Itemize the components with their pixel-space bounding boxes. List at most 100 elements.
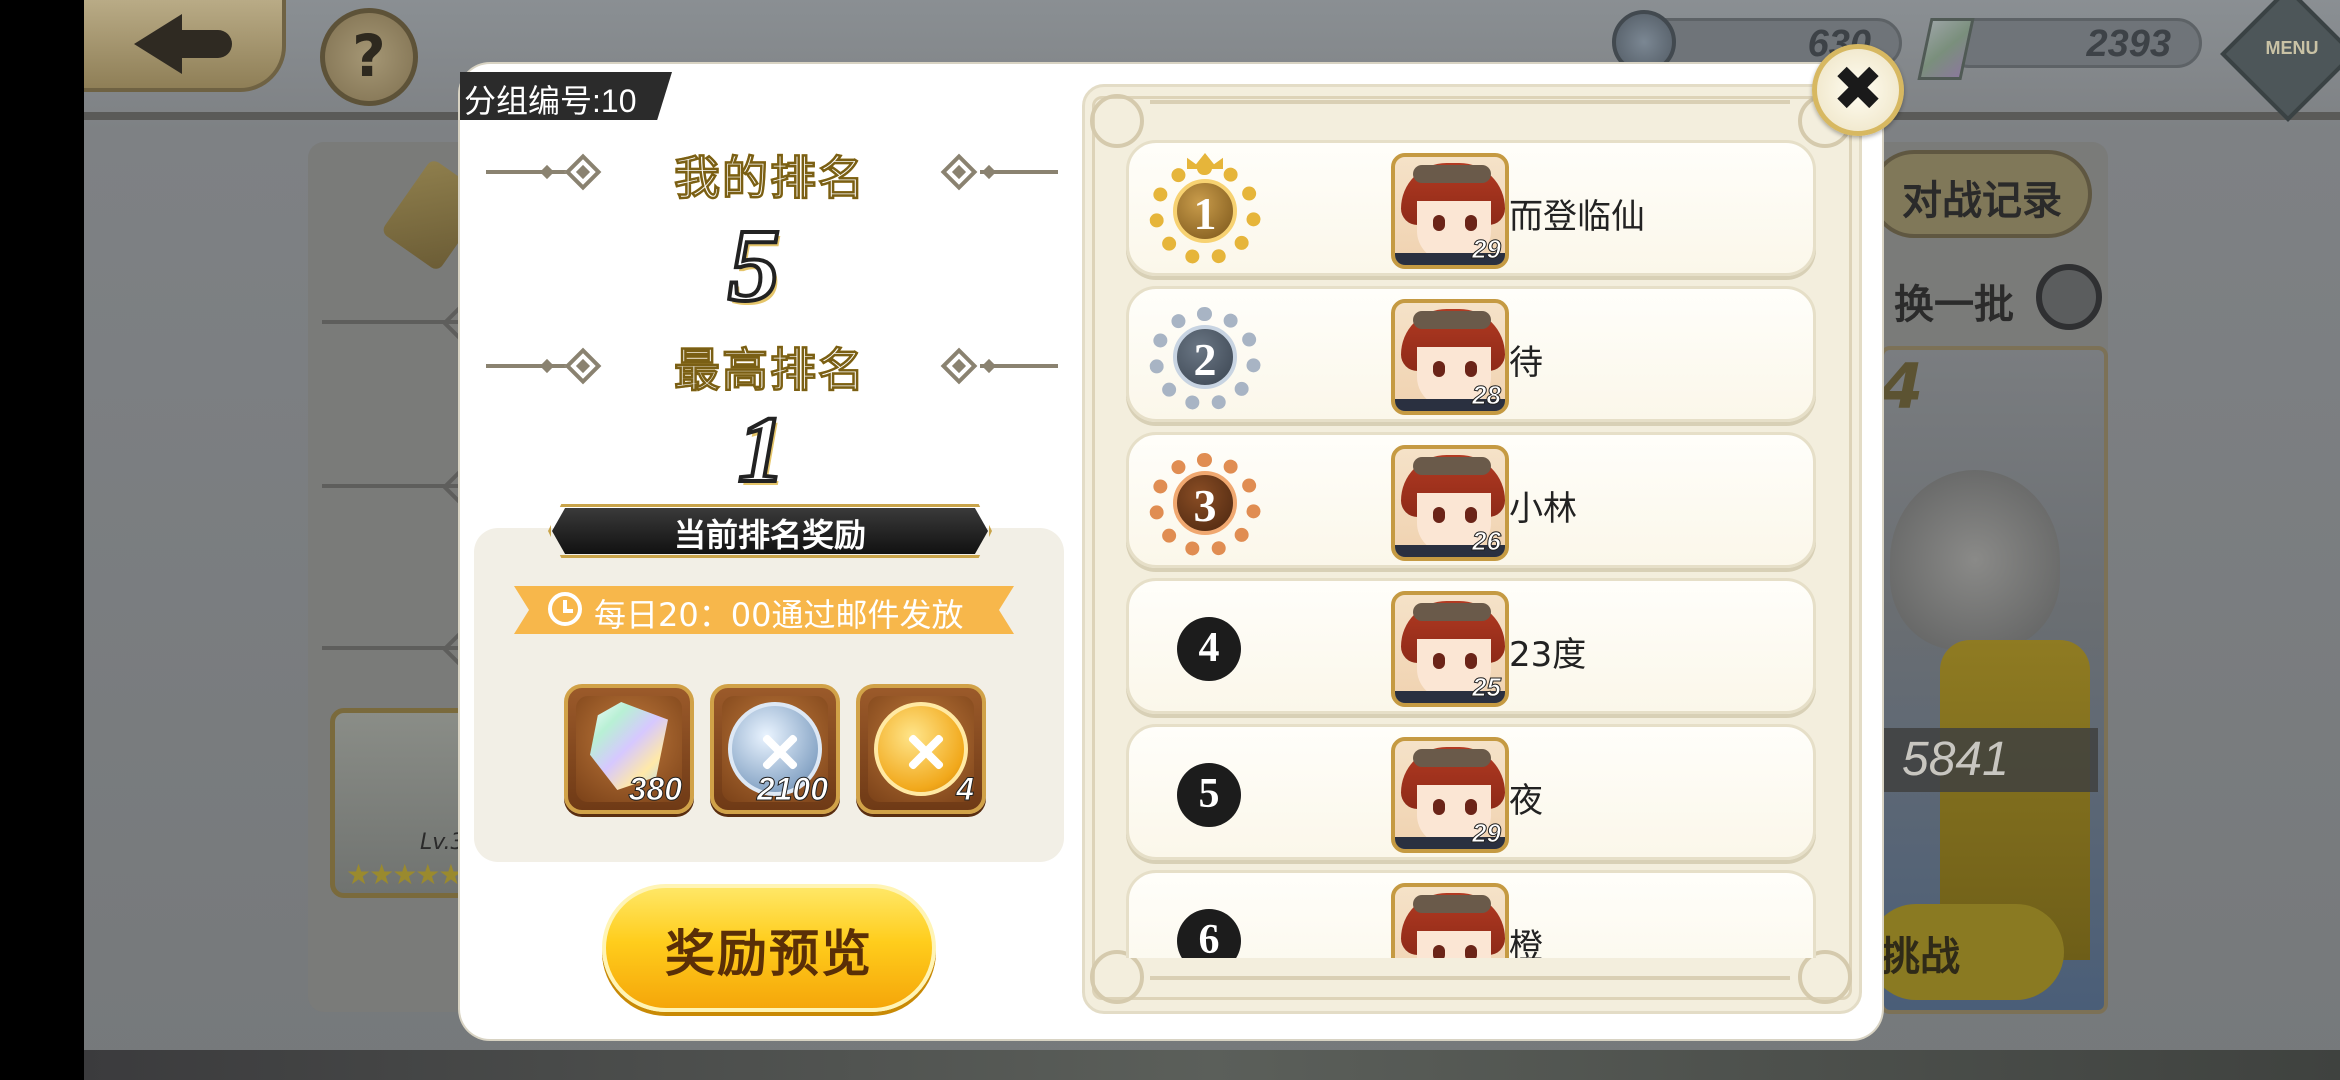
player-name: 23度 [1509,635,1587,675]
avatar-eye [1433,945,1445,958]
player-level: 26 [1472,526,1502,557]
game-screen: ? 630 2393 MENU Lv.3 ★★★★★ 4 5841 对战记录 换… [0,0,2340,1080]
back-arrow-tail [176,30,232,58]
mail-notice-text: 每日20：00通过邮件发放 [594,596,964,634]
reward-gem[interactable]: 380 [564,684,694,814]
close-button[interactable]: ✖ [1812,44,1904,136]
best-rank-value: 1 [736,396,787,504]
clock-icon [548,592,582,626]
gem-currency-value: 2393 [2086,23,2171,65]
player-avatar[interactable]: 26 [1391,445,1509,561]
bg-divider [322,484,472,488]
leaderboard-list[interactable]: 1 29 而登临仙 2 28 待 3 26 小林 4 25 23度 5 29 夜… [1110,132,1830,958]
player-name: 夜 [1509,781,1543,821]
avatar-eye [1433,507,1445,523]
avatar-eye [1465,945,1477,958]
help-button[interactable]: ? [320,8,418,106]
avatar-face [1417,931,1491,958]
player-name: 小林 [1509,489,1577,529]
player-name: 橙 [1509,927,1543,958]
refresh-label: 换一批 [1894,282,2014,328]
avatar-eye [1465,361,1477,377]
avatar-eye [1433,215,1445,231]
avatar-goggles [1413,603,1491,621]
gold-sword-coin-icon [874,702,968,796]
avatar-eye [1465,215,1477,231]
leaderboard-row[interactable]: 3 26 小林 [1126,432,1816,568]
opponent-rank: 4 [1880,350,1924,423]
corner-ornament [1798,950,1852,1004]
player-avatar[interactable]: 25 [1391,591,1509,707]
bottom-strip [84,1050,2340,1080]
my-hero-level: Lv.3 [420,830,465,855]
avatar-goggles [1413,165,1491,183]
avatar-eye [1465,653,1477,669]
title-deco-line [980,170,1058,174]
my-rank-title: 我的排名 [674,142,866,208]
crown-icon [1187,153,1223,169]
leaderboard-top-ornament [1150,100,1790,104]
player-name: 待 [1509,343,1543,383]
crossed-swords-icon [760,732,798,770]
avatar-eye [1465,507,1477,523]
avatar-eye [1433,653,1445,669]
refresh-icon[interactable] [2036,264,2102,330]
rank-number: 5 [1177,763,1241,827]
silver-medal-icon: 2 [1145,299,1265,413]
reward-count: 380 [628,771,682,808]
bg-divider [322,646,472,650]
avatar-goggles [1413,457,1491,475]
reward-count: 2100 [756,771,828,808]
screen-edge [0,0,84,1080]
opponent-power: 5841 [1902,733,2009,786]
rank-number: 1 [1173,179,1237,243]
rank-number: 6 [1177,909,1241,958]
best-rank-title: 最高排名 [674,334,866,400]
reward-title: 当前排名奖励 [673,516,866,554]
rank-number: 2 [1173,325,1237,389]
leaderboard-row[interactable]: 6 橙 [1126,870,1816,958]
leaderboard-row[interactable]: 2 28 待 [1126,286,1816,422]
title-deco-line [980,364,1058,368]
bg-divider [322,320,472,324]
crossed-swords-icon [906,732,944,770]
rank-number: 3 [1173,471,1237,535]
reward-silver-coin[interactable]: 2100 [710,684,840,814]
battle-record-label: 对战记录 [1902,178,2062,224]
reward-count: 4 [956,771,975,808]
group-number: 分组编号:10 [464,83,637,119]
avatar-goggles [1413,311,1491,329]
bronze-medal-icon: 3 [1145,445,1265,559]
back-arrow-icon [134,14,182,74]
rank-number: 4 [1177,617,1241,681]
leaderboard-row[interactable]: 5 29 夜 [1126,724,1816,860]
menu-label: MENU [2265,38,2319,58]
avatar-goggles [1413,895,1491,913]
reward-preview-label: 奖励预览 [665,925,873,983]
my-hero-stars: ★★★★★ [346,858,464,891]
player-level: 29 [1472,234,1502,265]
back-button[interactable] [84,0,286,92]
avatar-eye [1433,361,1445,377]
leaderboard-row[interactable]: 1 29 而登临仙 [1126,140,1816,276]
challenge-label: 挑战 [1880,934,1960,980]
player-name: 而登临仙 [1509,197,1645,237]
my-rank-value: 5 [726,206,782,325]
player-avatar[interactable] [1391,883,1509,958]
reward-gold-coin[interactable]: 4 [856,684,986,814]
leaderboard-row[interactable]: 4 25 23度 [1126,578,1816,714]
gold-medal-icon: 1 [1145,153,1265,267]
avatar-eye [1433,799,1445,815]
player-level: 29 [1472,818,1502,849]
player-level: 28 [1472,380,1502,411]
player-avatar[interactable]: 29 [1391,153,1509,269]
player-level: 25 [1472,672,1502,703]
gem-currency-bar: 2393 [1944,18,2202,68]
player-avatar[interactable]: 29 [1391,737,1509,853]
avatar-eye [1465,799,1477,815]
leaderboard-bottom-ornament [1150,976,1790,980]
opponent-portrait [1890,470,2060,650]
avatar-goggles [1413,749,1491,767]
player-avatar[interactable]: 28 [1391,299,1509,415]
corner-ornament [1090,950,1144,1004]
